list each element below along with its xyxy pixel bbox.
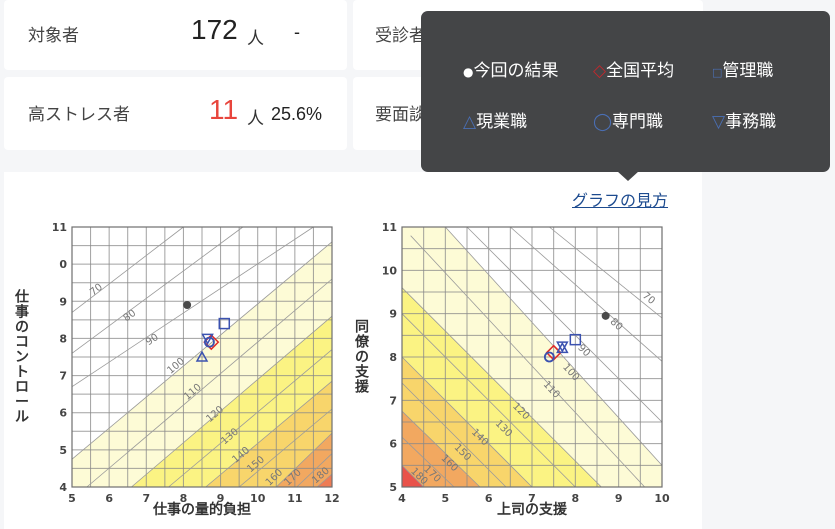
x-axis-label: 仕事の量的負担: [152, 501, 251, 518]
x-tick-label: 7: [142, 492, 150, 505]
legend-label: 全国平均: [606, 61, 675, 81]
y-tick-label: 8: [59, 332, 67, 345]
circle-icon: ◯: [593, 112, 613, 132]
x-axis-label: 上司の支援: [497, 501, 568, 518]
card-value: 11: [209, 94, 239, 125]
tooltip-arrow: [617, 171, 639, 181]
legend-item-national-average: ◇全国平均: [593, 56, 674, 81]
x-tick-label: 10: [654, 492, 670, 505]
card-high-stress: 高ストレス者 11 人 25.6%: [4, 77, 347, 150]
y-tick-label: 5: [389, 481, 397, 494]
y-axis-label: 同僚の支援: [354, 320, 370, 396]
legend-label: 現業職: [476, 112, 528, 132]
y-tick-label: 11: [382, 221, 397, 234]
x-tick-label: 6: [485, 492, 493, 505]
x-tick-label: 8: [572, 492, 580, 505]
y-tick-label: 7: [59, 370, 67, 383]
x-tick-label: 5: [68, 492, 76, 505]
x-tick-label: 10: [250, 492, 266, 505]
y-tick-label: 11: [52, 221, 67, 234]
legend-tooltip: ●今回の結果 ◇全国平均 □管理職 △現業職 ◯専門職 ▽事務職: [421, 11, 830, 181]
y-axis-label-char: ト: [15, 365, 29, 381]
legend-item-specialist: ◯専門職: [593, 107, 663, 132]
y-axis-label-char: の: [15, 320, 29, 336]
x-tick-label: 9: [615, 492, 623, 505]
chart-panel: 70 80 90 100 110 120 130 140 150 160 170 180 5 6 7 8 9 10…: [4, 172, 702, 529]
y-tick-label: 4: [59, 481, 67, 494]
card-label: 受診者: [375, 26, 426, 46]
card-extra: -: [294, 22, 300, 42]
y-axis-label-char: 事: [15, 304, 29, 321]
x-tick-label: 6: [105, 492, 113, 505]
y-tick-label: 10: [382, 264, 398, 277]
card-label: 高ストレス者: [28, 105, 130, 125]
graph-guide-link[interactable]: グラフの見方: [572, 187, 668, 211]
y-tick-label: 0: [59, 258, 67, 271]
y-tick-label: 6: [389, 438, 397, 451]
x-tick-label: 5: [442, 492, 450, 505]
y-tick-label: 9: [59, 295, 67, 308]
y-axis-label-char: 支: [354, 364, 370, 381]
card-value: 172: [191, 14, 238, 45]
x-tick-label: 12: [324, 492, 339, 505]
y-tick-label: 6: [59, 407, 67, 420]
triangle-down-icon: ▽: [712, 112, 726, 132]
legend-item-manager: □管理職: [712, 56, 773, 81]
dot-icon: ●: [463, 65, 474, 79]
legend-label: 管理職: [722, 61, 774, 81]
y-axis-label-char: コ: [15, 335, 29, 351]
legend-label: 専門職: [612, 112, 664, 132]
legend-item-clerical: ▽事務職: [712, 107, 776, 132]
y-axis-label-char: ー: [15, 395, 29, 411]
legend-item-current: ●今回の結果: [463, 56, 558, 81]
card-extra: 25.6%: [271, 104, 323, 124]
y-tick-label: 5: [59, 444, 67, 457]
y-axis-label-char: 僚: [354, 334, 370, 351]
y-axis-label: 仕事のコントロール: [14, 289, 29, 426]
card-label: 対象者: [28, 26, 79, 46]
y-axis-label-char: 同: [355, 320, 369, 336]
y-axis-label-char: ル: [15, 410, 29, 426]
square-icon: □: [712, 66, 723, 79]
legend-label: 事務職: [725, 112, 777, 132]
point-current-result: [183, 301, 192, 309]
card-unit: 人: [247, 29, 264, 49]
y-tick-label: 9: [389, 308, 397, 321]
y-tick-label: 8: [389, 351, 397, 364]
x-tick-label: 4: [398, 492, 406, 505]
y-tick-label: 7: [389, 394, 397, 407]
y-axis-label-char: ン: [15, 350, 29, 366]
legend-item-field-worker: △現業職: [463, 107, 527, 132]
y-axis-label-char: の: [355, 350, 369, 366]
legend-label: 今回の結果: [473, 61, 559, 81]
card-unit: 人: [247, 109, 264, 129]
page-background: [702, 160, 835, 529]
y-axis-label-char: 仕: [14, 289, 29, 306]
y-axis-label-char: ロ: [15, 380, 29, 396]
chart-workload-control: 708090100110120130140150160170 1805 6 7 8 9 10…: [14, 221, 340, 518]
point-current-result: [601, 311, 610, 320]
card-label: 要面談: [375, 105, 426, 125]
y-axis-label-char: 援: [355, 379, 370, 396]
x-tick-label: 11: [287, 492, 302, 505]
card-target-count: 対象者 172 人 -: [4, 0, 347, 70]
chart-support: 7080901001101201301401501601701804 5 6 7 8 9 1…: [354, 221, 670, 518]
triangle-up-icon: △: [463, 112, 477, 132]
diamond-icon: ◇: [593, 61, 607, 81]
